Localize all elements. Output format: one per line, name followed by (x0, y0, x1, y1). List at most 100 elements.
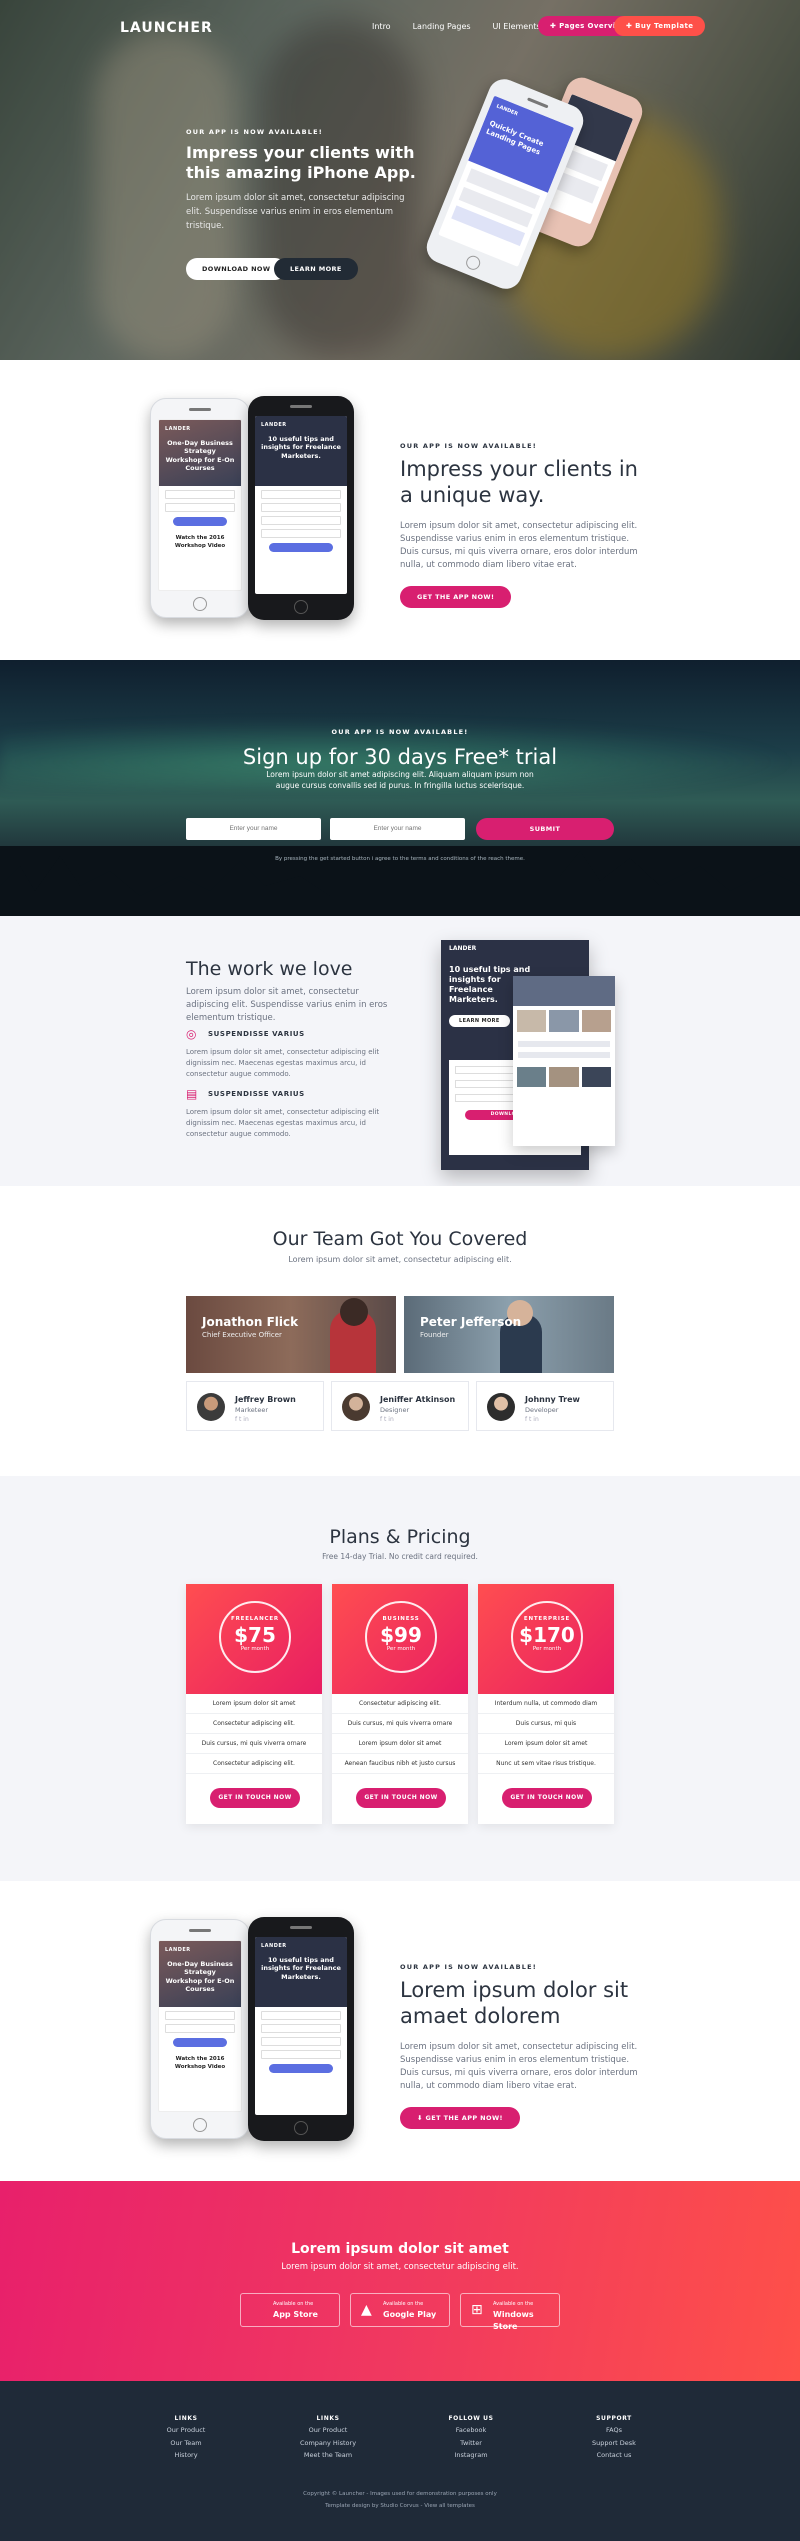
footer-link[interactable]: Our Product (126, 2424, 246, 2436)
footer-link[interactable]: Twitter (411, 2437, 531, 2449)
member-card-3[interactable]: Johnny Trew Developer f t in (476, 1381, 614, 1431)
phone-title: 10 useful tips and insights for Freelanc… (261, 1956, 341, 1981)
phone-title: One-Day Business Strategy Workshop for E… (165, 1960, 235, 1993)
footer-link[interactable]: Support Desk (554, 2437, 674, 2449)
footer: LINKS Our Product Our Team History LINKS… (0, 2381, 800, 2541)
lead-card-1[interactable]: Jonathon Flick Chief Executive Officer (186, 1296, 396, 1373)
signup-note: By pressing the get started button i agr… (275, 856, 525, 862)
phone-title: 10 useful tips and insights for Freelanc… (261, 435, 341, 460)
app-store-button[interactable]: Available on the App Store (240, 2293, 340, 2327)
template-credit[interactable]: Template design by Studio Corvus - View … (0, 2503, 800, 2511)
plan-feature: Aenean faucibus nibh et justo cursus (332, 1754, 468, 1774)
footer-link[interactable]: Instagram (411, 2449, 531, 2461)
android-icon: ▲ (361, 2302, 372, 2318)
cta-section: Lorem ipsum dolor sit amet Lorem ipsum d… (0, 2181, 800, 2381)
windows-store-button[interactable]: ⊞ Available on the Windows Store (460, 2293, 560, 2331)
footer-link[interactable]: Contact us (554, 2449, 674, 2461)
showcase-text: Lorem ipsum dolor sit amet, consectetur … (400, 2041, 638, 2092)
lead-card-2[interactable]: Peter Jefferson Founder (404, 1296, 614, 1373)
plan-feature: Duis cursus, mi quis viverra ornare (186, 1734, 322, 1754)
submit-button[interactable]: SUBMIT (476, 818, 614, 840)
plan-feature: Consectetur adipiscing elit. (186, 1754, 322, 1774)
member-role: Developer (525, 1406, 559, 1414)
get-in-touch-button[interactable]: GET IN TOUCH NOW (210, 1788, 300, 1808)
plus-icon: ✚ (550, 22, 560, 30)
social-icons[interactable]: f t in (525, 1416, 539, 1425)
phone-caption: Watch the 2016 Workshop Video (174, 535, 226, 549)
footer-link[interactable]: FAQs (554, 2424, 674, 2436)
get-in-touch-button[interactable]: GET IN TOUCH NOW (356, 1788, 446, 1808)
get-app-button[interactable]: GET THE APP NOW! (400, 586, 512, 609)
black-phone-mockup: LANDER 10 useful tips and insights for F… (248, 1917, 354, 2141)
google-play-button[interactable]: ▲ Available on the Google Play (350, 2293, 450, 2327)
white-phone-mockup: LANDER One-Day Business Strategy Worksho… (150, 1919, 250, 2139)
footer-column-2: LINKS Our Product Company History Meet t… (268, 2413, 388, 2461)
member-card-2[interactable]: Jeniffer Atkinson Designer f t in (331, 1381, 469, 1431)
target-icon: ◎ (186, 1027, 197, 1041)
footer-link[interactable]: Meet the Team (268, 2449, 388, 2461)
showcase-title: Impress your clients in a unique way. (400, 457, 638, 507)
footer-link[interactable]: Our Team (126, 2437, 246, 2449)
plan-feature: Consectetur adipiscing elit. (186, 1714, 322, 1734)
phone-brand: LANDER (165, 1947, 191, 1953)
work-text: Lorem ipsum dolor sit amet, consectetur … (186, 987, 388, 1024)
footer-link[interactable]: Our Product (268, 2424, 388, 2436)
social-icons[interactable]: f t in (380, 1416, 394, 1425)
plan-price: $99 (380, 1622, 422, 1647)
social-icons[interactable]: f t in (235, 1416, 249, 1425)
member-card-1[interactable]: Jeffrey Brown Marketeer f t in (186, 1381, 324, 1431)
feature-title: SUSPENDISSE VARIUS (208, 1090, 305, 1098)
nav-link-ui-elements[interactable]: UI Elements (493, 21, 541, 33)
logo[interactable]: LAUNCHER (120, 18, 213, 38)
download-now-button[interactable]: DOWNLOAD NOW (186, 258, 287, 280)
footer-column-3: FOLLOW US Facebook Twitter Instagram (411, 2413, 531, 2461)
footer-link[interactable]: Facebook (411, 2424, 531, 2436)
windows-icon: ⊞ (471, 2302, 483, 2318)
plan-card-freelancer: FREELANCER $75 Per month Lorem ipsum dol… (186, 1584, 322, 1824)
footer-link[interactable]: Company History (268, 2437, 388, 2449)
member-role: Marketeer (235, 1406, 269, 1414)
footer-heading: SUPPORT (596, 2415, 632, 2422)
showcase-section-2: LANDER One-Day Business Strategy Worksho… (0, 1881, 800, 2181)
lead-name: Peter Jefferson (420, 1315, 522, 1329)
plan-feature: Consectetur adipiscing elit. (332, 1694, 468, 1714)
footer-heading: LINKS (316, 2415, 340, 2422)
store-label: Windows Store (493, 2310, 534, 2331)
avatar (197, 1393, 225, 1421)
name-input-2[interactable] (330, 818, 465, 840)
signup-section: OUR APP IS NOW AVAILABLE! Sign up for 30… (0, 660, 800, 916)
get-in-touch-button[interactable]: GET IN TOUCH NOW (502, 1788, 592, 1808)
plan-feature: Interdum nulla, ut commodo diam (478, 1694, 614, 1714)
nav-link-landing-pages[interactable]: Landing Pages (413, 21, 471, 33)
showcase-eyebrow: OUR APP IS NOW AVAILABLE! (400, 442, 537, 450)
plan-period: Per month (386, 1645, 416, 1652)
showcase-text: Lorem ipsum dolor sit amet, consectetur … (400, 520, 638, 571)
mockup-brand: LANDER (449, 945, 477, 952)
avatar (342, 1393, 370, 1421)
phone-brand: LANDER (165, 426, 191, 432)
get-app-button[interactable]: ⬇ GET THE APP NOW! (400, 2107, 520, 2130)
showcase-section-1: LANDER One-Day Business Strategy Worksho… (0, 360, 800, 660)
pricing-text: Free 14-day Trial. No credit card requir… (322, 1552, 478, 1561)
cta-text: Lorem ipsum dolor sit amet, consectetur … (281, 2262, 519, 2272)
footer-column-1: LINKS Our Product Our Team History (126, 2413, 246, 2461)
plan-price: $170 (519, 1622, 575, 1647)
avatar (487, 1393, 515, 1421)
plan-price: $75 (234, 1622, 276, 1647)
name-input[interactable] (186, 818, 321, 840)
team-section: Our Team Got You Covered Lorem ipsum dol… (0, 1186, 800, 1476)
nav-link-intro[interactable]: Intro (372, 21, 391, 33)
footer-link[interactable]: History (126, 2449, 246, 2461)
learn-more-button[interactable]: LEARN MORE (274, 258, 358, 280)
buy-template-button[interactable]: ✚ Buy Template (614, 16, 706, 36)
store-small-label: Available on the (493, 2301, 534, 2307)
feature-text: Lorem ipsum dolor sit amet, consectetur … (186, 1048, 380, 1079)
member-name: Jeniffer Atkinson (380, 1395, 456, 1404)
lead-role: Founder (420, 1331, 449, 1339)
phone-brand: LANDER (261, 1943, 287, 1949)
mockup-learn-button: LEARN MORE (449, 1014, 510, 1027)
plan-card-business: BUSINESS $99 Per month Consectetur adipi… (332, 1584, 468, 1824)
store-label: App Store (273, 2310, 318, 2319)
browser-mockup (513, 976, 615, 1146)
plan-feature: Duis cursus, mi quis viverra ornare (332, 1714, 468, 1734)
